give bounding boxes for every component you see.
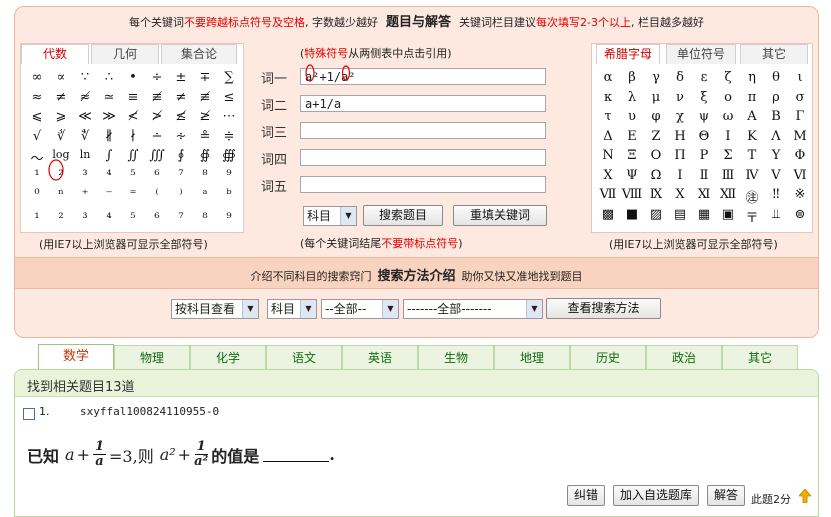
question-suffix: 的值是 — [211, 446, 260, 466]
tab-chemistry[interactable]: 化学 — [190, 345, 266, 369]
result-count: 找到相关题目13道 — [27, 380, 135, 395]
question-prefix: 已知 — [27, 446, 60, 466]
math-op: + — [76, 445, 90, 464]
question-checkbox[interactable] — [23, 408, 35, 420]
tab-english[interactable]: 英语 — [342, 345, 418, 369]
results-panel: 找到相关题目13道 1. sxyffal100824110955-0 已知 a … — [14, 369, 819, 517]
report-error-button[interactable]: 纠错 — [567, 485, 605, 506]
math-var: a — [65, 445, 75, 464]
tab-politics[interactable]: 政治 — [646, 345, 722, 369]
tab-history[interactable]: 历史 — [570, 345, 646, 369]
tab-geography[interactable]: 地理 — [494, 345, 570, 369]
fraction: 1a — [92, 439, 107, 469]
results-header: 找到相关题目13道 — [15, 370, 818, 397]
question-id: sxyffal100824110955-0 — [80, 405, 220, 418]
math-var: a² — [159, 445, 176, 464]
tab-physics[interactable]: 物理 — [114, 345, 190, 369]
fraction: 1 a² — [194, 439, 209, 469]
question-number: 1. — [39, 405, 50, 418]
answer-blank — [263, 447, 330, 462]
tab-math[interactable]: 数学 — [38, 344, 114, 370]
annotation-circle — [341, 65, 351, 81]
tab-chinese[interactable]: 语文 — [266, 345, 342, 369]
view-answer-button[interactable]: 解答 — [707, 485, 745, 506]
annotation-circle — [48, 159, 64, 181]
question-text: 已知 a + 1a =3,则 a² + 1 a² 的值是 . — [27, 440, 335, 469]
question-score: 此题2分 — [751, 493, 791, 506]
annotation-circle — [305, 64, 315, 82]
tab-biology[interactable]: 生物 — [418, 345, 494, 369]
arrow-up-icon[interactable] — [799, 489, 811, 503]
tab-other[interactable]: 其它 — [722, 345, 798, 369]
math-eq: =3,则 — [109, 446, 154, 466]
add-to-bank-button[interactable]: 加入自选题库 — [613, 485, 699, 506]
math-op: + — [177, 445, 192, 464]
question-period: . — [329, 445, 335, 464]
